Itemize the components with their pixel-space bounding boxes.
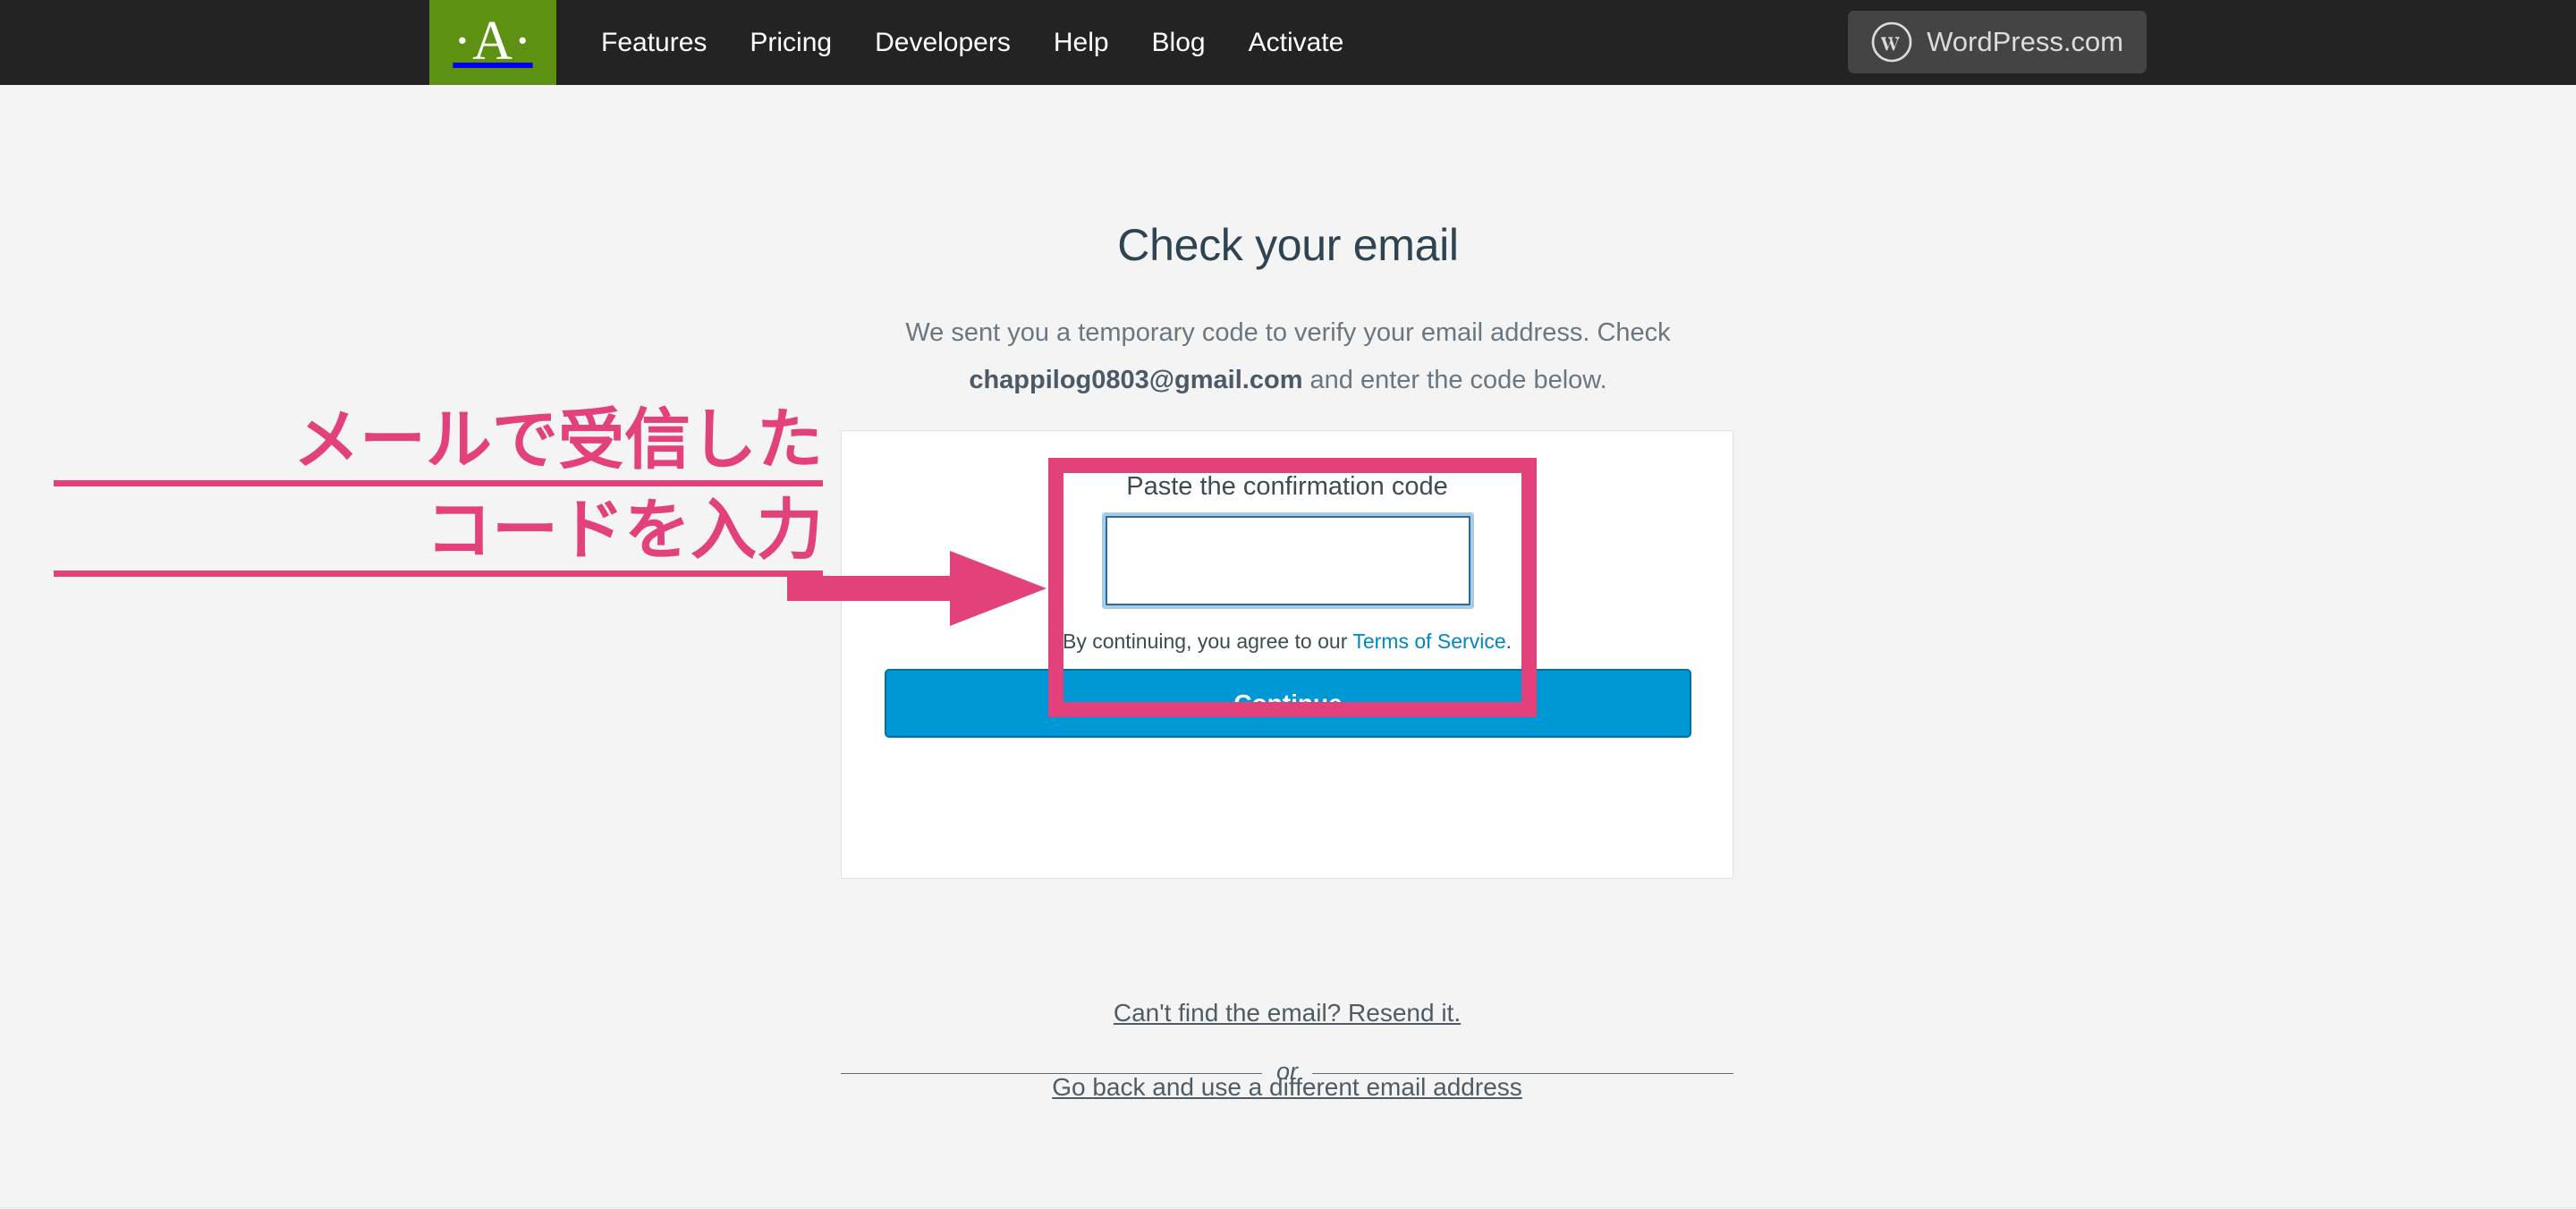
resend-email-link[interactable]: Can't find the email? Resend it. — [841, 999, 1733, 1027]
terms-of-service-line: By continuing, you agree to our Terms of… — [842, 630, 1733, 654]
page-title: Check your email — [1117, 220, 1459, 270]
code-field-label: Paste the confirmation code — [1126, 472, 1448, 501]
akismet-logo[interactable]: ·A· — [429, 0, 556, 85]
page-subtitle: We sent you a temporary code to verify y… — [841, 309, 1735, 404]
continue-button[interactable]: Continue — [885, 669, 1691, 738]
akismet-logo-mark: ·A· — [453, 10, 533, 72]
nav-features[interactable]: Features — [580, 0, 728, 85]
wordpress-icon — [1871, 21, 1912, 63]
tos-suffix: . — [1505, 630, 1512, 653]
go-back-different-email-link[interactable]: Go back and use a different email addres… — [841, 1073, 1733, 1102]
nav-activate[interactable]: Activate — [1227, 0, 1366, 85]
subtitle-email: chappilog0803@gmail.com — [969, 366, 1303, 394]
nav-developers[interactable]: Developers — [853, 0, 1032, 85]
subtitle-prefix: We sent you a temporary code to verify y… — [905, 318, 1671, 347]
nav-help[interactable]: Help — [1032, 0, 1131, 85]
terms-of-service-link[interactable]: Terms of Service — [1352, 630, 1505, 653]
bottom-hairline — [0, 1207, 2576, 1208]
nav-blog[interactable]: Blog — [1131, 0, 1227, 85]
nav-links: Features Pricing Developers Help Blog Ac… — [580, 0, 1365, 85]
tos-prefix: By continuing, you agree to our — [1062, 630, 1353, 653]
confirmation-code-input[interactable] — [1106, 516, 1470, 605]
wordpress-com-label: WordPress.com — [1927, 26, 2123, 57]
nav-pricing[interactable]: Pricing — [728, 0, 853, 85]
subtitle-suffix: and enter the code below. — [1302, 366, 1607, 394]
top-navigation-bar: ·A· Features Pricing Developers Help Blo… — [0, 0, 2576, 85]
main-content: Check your email We sent you a temporary… — [0, 85, 2576, 1209]
verification-card: Paste the confirmation code By continuin… — [841, 430, 1733, 879]
wordpress-com-button[interactable]: WordPress.com — [1848, 11, 2147, 73]
